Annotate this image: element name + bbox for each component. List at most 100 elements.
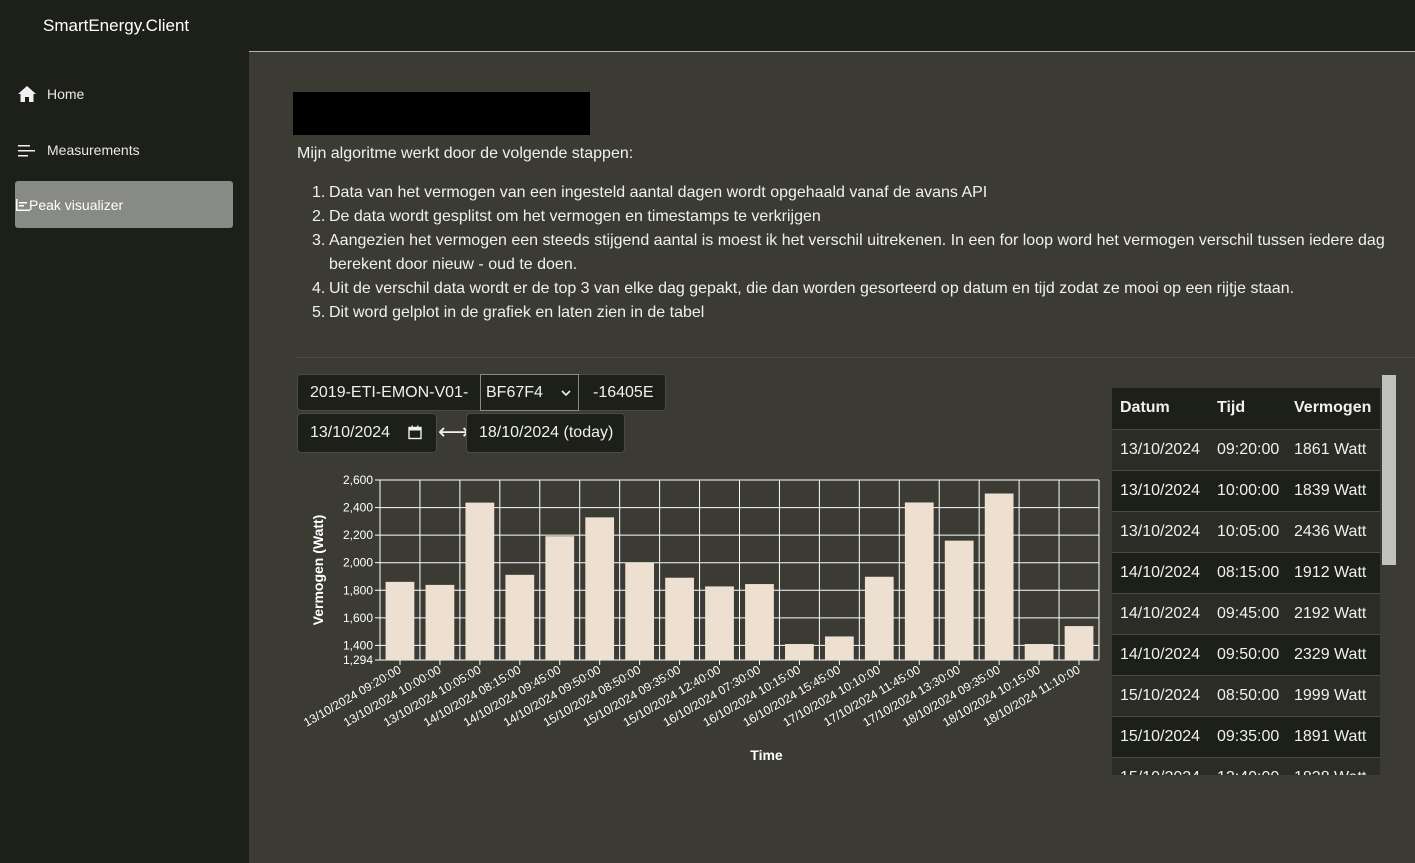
bar[interactable] [1064,626,1094,660]
range-arrow-icon: ⟷ [438,419,470,444]
date-to-input[interactable]: 18/10/2024 (today) [466,413,625,453]
column-header-vermogen: Vermogen [1286,388,1380,430]
bar[interactable] [465,502,495,660]
column-header-tijd: Tijd [1209,388,1286,430]
cell-datum: 15/10/2024 [1112,716,1209,758]
date-from-input[interactable]: 13/10/2024 [297,413,437,453]
sidebar-item-home[interactable]: Home [15,70,233,117]
y-tick-label: 2,200 [343,528,373,542]
table-row: 13/10/2024 09:20:00 1861 Watt [1112,429,1380,471]
cell-vermogen: 2329 Watt [1286,634,1380,676]
y-tick-label: 1,400 [343,638,373,652]
list-item: 4. Uit de verschil data wordt er de top 3… [312,280,1295,297]
bar[interactable] [625,562,655,660]
bar[interactable] [785,644,814,660]
cell-vermogen: 2192 Watt [1286,593,1380,635]
sidebar-item-label: Measurements [47,141,140,158]
bar[interactable] [864,576,894,660]
bar[interactable] [425,584,455,660]
cell-datum: 13/10/2024 [1112,470,1209,512]
cell-tijd: 09:20:00 [1209,429,1286,471]
bar[interactable] [944,540,974,660]
cell-vermogen: 1861 Watt [1286,429,1380,471]
cell-tijd: 09:35:00 [1209,716,1286,758]
steps-list: 1. Data van het vermogen van een ingestel… [297,181,1397,325]
intro-text: Mijn algoritme werkt door de volgende st… [297,145,634,162]
cell-datum: 15/10/2024 [1112,675,1209,717]
cell-vermogen: 1999 Watt [1286,675,1380,717]
sidebar-item-peak-visualizer[interactable]: Peak visualizer [15,181,233,228]
bar[interactable] [824,636,854,660]
cell-tijd: 08:50:00 [1209,675,1286,717]
bar[interactable] [745,584,774,660]
device-prefix: 2019-ETI-EMON-V01- [310,383,469,401]
y-tick-label: 1,294 [343,653,373,667]
top-bar [249,0,1415,52]
column-header-datum: Datum [1112,388,1209,430]
cell-datum: 13/10/2024 [1112,429,1209,471]
table-scrollbar-thumb[interactable] [1382,375,1396,565]
device-select[interactable]: BF67F4 [480,374,579,411]
y-axis-title: Vermogen (Watt) [310,515,326,626]
cell-vermogen: 1891 Watt [1286,716,1380,758]
device-suffix: -16405E [593,383,654,401]
sidebar: SmartEnergy.Client Home Measurements Pea… [0,0,249,863]
app-brand[interactable]: SmartEnergy.Client [43,16,189,36]
bar[interactable] [665,577,694,660]
cell-datum: 13/10/2024 [1112,511,1209,553]
y-tick-label: 2,000 [343,556,373,570]
bar[interactable] [505,574,535,660]
sidebar-item-measurements[interactable]: Measurements [15,126,233,173]
cell-datum: 14/10/2024 [1112,634,1209,676]
bar[interactable] [984,493,1014,660]
table-row: 13/10/2024 10:00:00 1839 Watt [1112,470,1380,512]
y-tick-label: 2,400 [343,501,373,515]
cell-tijd: 08:15:00 [1209,552,1286,594]
cell-vermogen: 2436 Watt [1286,511,1380,553]
table-row: 15/10/2024 09:35:00 1891 Watt [1112,716,1380,758]
redacted-title [293,92,590,135]
peak-bar-chart: 1,2941,400 1,600 1,800 2,000 2,200 2,400 2,600… [301,473,1100,763]
home-icon [17,84,37,104]
list-item: 1. Data van het vermogen van een ingestel… [312,184,988,201]
table-row: 14/10/2024 09:45:00 2192 Watt [1112,593,1380,635]
bar[interactable] [385,581,415,660]
cell-tijd: 10:05:00 [1209,511,1286,553]
sidebar-item-label: Home [47,85,85,102]
peak-table: Datum Tijd Vermogen 13/10/2024 09:20:00 18… [1112,388,1380,775]
cell-vermogen: 1839 Watt [1286,470,1380,512]
cell-datum: 14/10/2024 [1112,552,1209,594]
bar[interactable] [904,502,934,660]
list-item: 5. Dit word gelplot in de grafiek en late… [312,304,705,321]
cell-tijd: 10:00:00 [1209,470,1286,512]
table-row: 13/10/2024 10:05:00 2436 Watt [1112,511,1380,553]
cell-datum: 15/10/2024 [1112,757,1209,775]
table-header-row: Datum Tijd Vermogen [1112,388,1380,430]
divider [296,357,1415,358]
cell-datum: 14/10/2024 [1112,593,1209,635]
cell-vermogen: 1912 Watt [1286,552,1380,594]
cell-tijd: 12:40:00 [1209,757,1286,775]
bar[interactable] [705,586,734,660]
bar[interactable] [545,536,575,660]
bar[interactable] [585,517,615,660]
calendar-icon[interactable] [408,425,422,445]
list-icon [17,140,37,160]
list-item: 2. De data wordt gesplitst om het vermoge… [312,208,821,225]
table-row: 14/10/2024 09:50:00 2329 Watt [1112,634,1380,676]
main-content: Mijn algoritme werkt door de volgende st… [249,53,1415,863]
table-row: 15/10/202412:40:001828 Watt [1112,757,1380,775]
x-axis-title: Time [750,747,783,763]
chevron-down-icon [560,386,572,404]
peak-table-wrapper: Datum Tijd Vermogen 13/10/2024 09:20:00 18… [1112,388,1381,775]
y-tick-label: 1,600 [343,611,373,625]
table-row: 15/10/2024 08:50:00 1999 Watt [1112,675,1380,717]
cell-tijd: 09:45:00 [1209,593,1286,635]
cell-vermogen: 1828 Watt [1286,757,1380,775]
list-item: 3. Aangezien het vermogen een steeds stij… [312,232,1385,273]
y-tick-label: 1,800 [343,583,373,597]
sidebar-item-label: Peak visualizer [29,196,124,213]
table-row: 14/10/2024 08:15:00 1912 Watt [1112,552,1380,594]
bar[interactable] [1024,644,1054,660]
cell-tijd: 09:50:00 [1209,634,1286,676]
